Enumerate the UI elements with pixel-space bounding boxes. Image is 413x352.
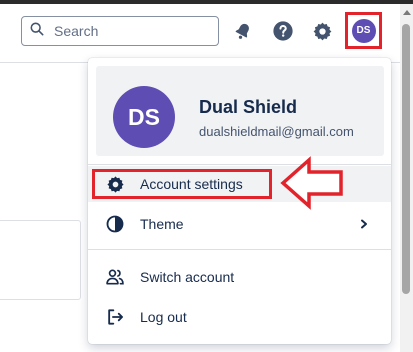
menu-item-account-settings[interactable]: Account settings [88, 166, 391, 202]
menu-item-log-out[interactable]: Log out [88, 299, 391, 335]
menu-item-label: Log out [140, 309, 187, 325]
notifications-icon[interactable] [232, 20, 254, 42]
scroll-up-arrow[interactable] [403, 10, 411, 15]
logout-icon [105, 307, 125, 327]
profile-card: DS Dual Shield dualshieldmail@gmail.com [96, 66, 384, 156]
profile-avatar-button[interactable]: DS [345, 12, 382, 49]
gear-icon [105, 174, 125, 194]
top-navigation-bar: DS [0, 0, 413, 63]
account-dropdown-menu: DS Dual Shield dualshieldmail@gmail.com … [88, 58, 391, 344]
help-icon[interactable] [272, 20, 294, 42]
menu-divider [88, 249, 391, 250]
search-box[interactable] [21, 16, 219, 46]
profile-name: Dual Shield [199, 97, 298, 117]
chevron-right-icon [359, 219, 369, 229]
avatar: DS [351, 18, 376, 43]
scrollbar-track[interactable] [400, 4, 413, 352]
search-icon [30, 22, 44, 41]
menu-item-label: Switch account [140, 269, 235, 285]
menu-item-label: Theme [140, 216, 184, 232]
profile-avatar: DS [113, 86, 175, 148]
profile-email: dualshieldmail@gmail.com [199, 124, 354, 139]
scrollbar-thumb[interactable] [402, 24, 410, 294]
menu-divider [88, 164, 391, 165]
contrast-icon [105, 214, 125, 234]
background-card [0, 220, 81, 300]
menu-item-switch-account[interactable]: Switch account [88, 259, 391, 295]
settings-icon[interactable] [311, 20, 333, 42]
search-input[interactable] [52, 22, 206, 40]
menu-item-label: Account settings [140, 176, 243, 192]
window-top-edge [0, 0, 413, 4]
users-icon [105, 267, 125, 287]
menu-item-theme[interactable]: Theme [88, 206, 391, 242]
